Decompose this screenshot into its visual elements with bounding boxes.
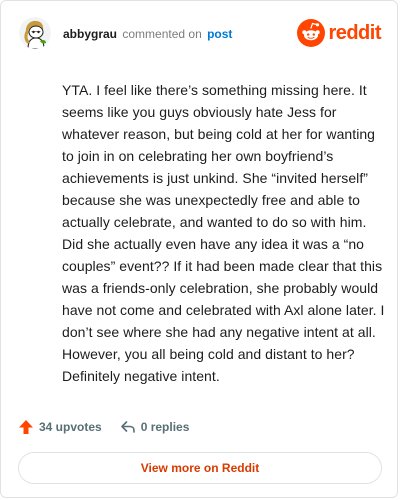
upvote-button[interactable]: 34 upvotes (18, 419, 102, 435)
comment-body: YTA. I feel like there’s something missi… (62, 82, 385, 384)
post-link[interactable]: post (207, 27, 232, 41)
embedded-comment-card: abbygrau commented on post reddit YTA. I… (0, 0, 398, 498)
reddit-logo[interactable]: reddit (297, 19, 381, 47)
comment-header: abbygrau commented on post reddit (19, 17, 381, 51)
upvote-arrow-icon (19, 420, 33, 434)
avatar-snoo-icon (19, 17, 51, 49)
reddit-snoo-icon (297, 19, 326, 47)
view-more-button[interactable]: View more on Reddit (18, 452, 382, 484)
reply-arrow-icon (120, 421, 135, 433)
reply-count: 0 replies (140, 420, 190, 434)
comment-meta: abbygrau commented on post (63, 27, 232, 41)
reddit-wordmark: reddit (328, 21, 381, 44)
commented-label: commented on (122, 27, 202, 41)
comment-author[interactable]: abbygrau (63, 27, 117, 41)
comment-actions: 34 upvotes 0 replies (18, 417, 189, 437)
upvote-count: 34 upvotes (39, 420, 102, 434)
user-avatar[interactable] (19, 17, 51, 49)
reply-button[interactable]: 0 replies (120, 419, 190, 435)
